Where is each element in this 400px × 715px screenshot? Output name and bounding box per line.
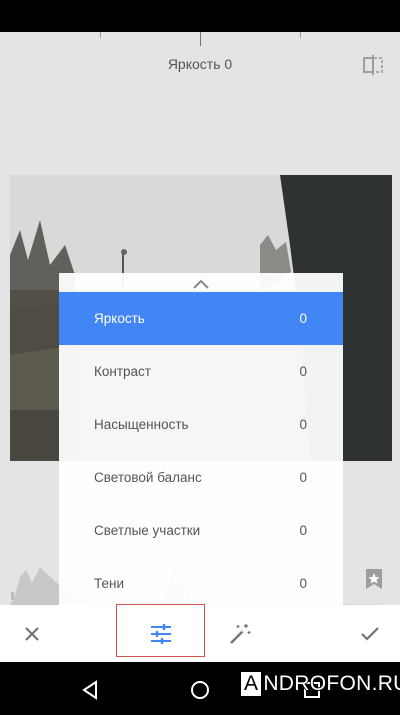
home-button[interactable] bbox=[182, 672, 218, 708]
ruler-tick-center bbox=[200, 32, 201, 46]
menu-item-label: Тени bbox=[94, 576, 124, 591]
menu-item-contrast[interactable]: Контраст 0 bbox=[59, 345, 343, 398]
close-icon bbox=[25, 626, 39, 641]
back-button[interactable] bbox=[72, 672, 108, 708]
menu-item-label: Яркость bbox=[94, 311, 145, 326]
histogram-marker-left bbox=[11, 592, 14, 600]
checkmark-icon bbox=[361, 626, 379, 641]
status-bar bbox=[0, 0, 400, 32]
ruler-tick bbox=[300, 32, 301, 38]
menu-item-brightness[interactable]: Яркость 0 bbox=[59, 292, 343, 345]
menu-item-highlights[interactable]: Светлые участки 0 bbox=[59, 504, 343, 557]
menu-item-value: 0 bbox=[299, 523, 307, 538]
magic-wand-icon bbox=[230, 623, 251, 644]
adjustment-ruler[interactable] bbox=[0, 32, 400, 46]
menu-item-value: 0 bbox=[299, 470, 307, 485]
watermark: A NDROFON.RU bbox=[240, 669, 400, 699]
highlight-box bbox=[116, 604, 205, 657]
watermark-text: NDROFON.RU bbox=[263, 672, 400, 695]
menu-item-label: Световой баланс bbox=[94, 470, 202, 485]
menu-item-label: Контраст bbox=[94, 364, 151, 379]
home-circle-icon bbox=[191, 681, 209, 699]
menu-item-ambiance[interactable]: Световой баланс 0 bbox=[59, 451, 343, 504]
apply-button[interactable] bbox=[348, 605, 392, 662]
menu-item-value: 0 bbox=[299, 364, 307, 379]
menu-item-value: 0 bbox=[299, 311, 307, 326]
menu-item-saturation[interactable]: Насыщенность 0 bbox=[59, 398, 343, 451]
adjustment-menu: Яркость 0 Контраст 0 Насыщенность 0 Свет… bbox=[59, 273, 343, 606]
menu-item-label: Насыщенность bbox=[94, 417, 189, 432]
cancel-button[interactable] bbox=[10, 605, 54, 662]
adjustment-title: Яркость 0 bbox=[167, 56, 233, 72]
menu-item-value: 0 bbox=[299, 417, 307, 432]
chevron-up-icon[interactable] bbox=[191, 277, 211, 289]
auto-adjust-button[interactable] bbox=[218, 605, 262, 662]
split-compare-icon[interactable] bbox=[362, 54, 384, 76]
back-triangle-icon bbox=[82, 680, 97, 700]
watermark-badge: A bbox=[240, 671, 263, 697]
menu-item-shadows[interactable]: Тени 0 bbox=[59, 557, 343, 606]
ruler-tick bbox=[100, 32, 101, 38]
menu-item-value: 0 bbox=[299, 576, 307, 591]
bookmark-star-icon[interactable] bbox=[364, 569, 384, 589]
menu-item-label: Светлые участки bbox=[94, 523, 201, 538]
